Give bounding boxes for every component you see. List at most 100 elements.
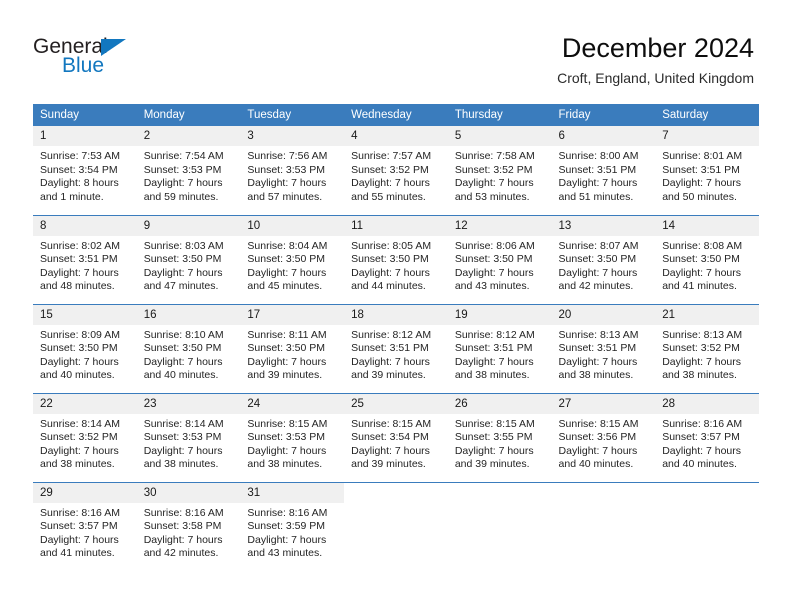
day-cell-empty [551, 481, 656, 571]
sunrise-text: Sunrise: 8:16 AM [662, 417, 743, 430]
sunset-text: Sunset: 3:56 PM [558, 431, 637, 444]
sunset-text: Sunset: 3:53 PM [143, 163, 222, 176]
day-cell[interactable]: 3 Sunrise: 7:56 AM Sunset: 3:53 PM Dayli… [240, 126, 345, 215]
weekday-header-wednesday: Wednesday [344, 104, 448, 126]
day-cell[interactable]: 30 Sunrise: 8:16 AM Sunset: 3:58 PM Dayl… [136, 481, 241, 571]
title-block: December 2024 Croft, England, United Kin… [557, 32, 754, 87]
day-cell[interactable]: 9 Sunrise: 8:03 AM Sunset: 3:50 PM Dayli… [136, 214, 241, 304]
brand-logo[interactable]: General Blue [33, 36, 233, 92]
sunset-text: Sunset: 3:51 PM [662, 163, 740, 176]
sunset-text: Sunset: 3:51 PM [558, 342, 637, 355]
day-cell[interactable]: 20 Sunrise: 8:13 AM Sunset: 3:51 PM Dayl… [551, 303, 656, 393]
sunset-text: Sunset: 3:50 PM [143, 253, 222, 266]
day-cell[interactable]: 4 Sunrise: 7:57 AM Sunset: 3:52 PM Dayli… [344, 126, 448, 215]
sunrise-text: Sunrise: 7:53 AM [40, 150, 120, 162]
page-header: General Blue December 2024 Croft, Englan… [0, 0, 792, 104]
daylight-text-l1: Daylight: 7 hours [247, 355, 327, 368]
daylight-text-l1: Daylight: 7 hours [40, 533, 119, 546]
daylight-text-l1: Daylight: 7 hours [247, 444, 327, 457]
day-cell[interactable]: 27 Sunrise: 8:15 AM Sunset: 3:56 PM Dayl… [551, 392, 656, 482]
day-cell[interactable]: 17 Sunrise: 8:11 AM Sunset: 3:50 PM Dayl… [240, 303, 345, 393]
daylight-text-l1: Daylight: 7 hours [143, 177, 223, 190]
day-number: 27 [551, 393, 656, 414]
daylight-text-l2: and 40 minutes. [558, 458, 634, 471]
day-number [447, 482, 552, 503]
day-number [344, 482, 448, 503]
daylight-text-l2: and 41 minutes. [662, 280, 737, 293]
daylight-text-l2: and 45 minutes. [247, 280, 323, 293]
sunset-text: Sunset: 3:57 PM [662, 431, 740, 444]
day-cell[interactable]: 11 Sunrise: 8:05 AM Sunset: 3:50 PM Dayl… [344, 214, 448, 304]
day-cell[interactable]: 13 Sunrise: 8:07 AM Sunset: 3:50 PM Dayl… [551, 214, 656, 304]
calendar-body: 1 Sunrise: 7:53 AM Sunset: 3:54 PM Dayli… [33, 126, 759, 571]
calendar-week-row: 8 Sunrise: 8:02 AM Sunset: 3:51 PM Dayli… [33, 214, 759, 304]
day-cell[interactable]: 6 Sunrise: 8:00 AM Sunset: 3:51 PM Dayli… [551, 126, 656, 215]
day-cell[interactable]: 26 Sunrise: 8:15 AM Sunset: 3:55 PM Dayl… [447, 392, 552, 482]
day-info: Sunrise: 8:12 AM Sunset: 3:51 PM Dayligh… [344, 325, 448, 383]
day-cell[interactable]: 18 Sunrise: 8:12 AM Sunset: 3:51 PM Dayl… [344, 303, 448, 393]
daylight-text-l1: Daylight: 7 hours [351, 355, 430, 368]
daylight-text-l2: and 43 minutes. [247, 547, 323, 560]
day-cell[interactable]: 16 Sunrise: 8:10 AM Sunset: 3:50 PM Dayl… [136, 303, 241, 393]
sunset-text: Sunset: 3:54 PM [351, 431, 429, 444]
day-number: 8 [33, 215, 137, 236]
day-info: Sunrise: 8:03 AM Sunset: 3:50 PM Dayligh… [137, 236, 241, 294]
daylight-text-l1: Daylight: 7 hours [558, 266, 638, 279]
day-cell-empty [344, 481, 448, 571]
day-number: 3 [240, 126, 345, 146]
sunrise-text: Sunrise: 8:16 AM [143, 506, 224, 519]
sunset-text: Sunset: 3:52 PM [351, 163, 429, 176]
day-cell[interactable]: 19 Sunrise: 8:12 AM Sunset: 3:51 PM Dayl… [447, 303, 552, 393]
day-cell[interactable]: 31 Sunrise: 8:16 AM Sunset: 3:59 PM Dayl… [240, 481, 345, 571]
sunrise-text: Sunrise: 8:15 AM [247, 417, 328, 430]
brand-triangle-icon [101, 39, 126, 56]
day-info: Sunrise: 8:05 AM Sunset: 3:50 PM Dayligh… [344, 236, 448, 294]
daylight-text-l1: Daylight: 7 hours [247, 177, 327, 190]
day-number: 13 [551, 215, 656, 236]
day-cell[interactable]: 1 Sunrise: 7:53 AM Sunset: 3:54 PM Dayli… [33, 126, 137, 215]
sunset-text: Sunset: 3:52 PM [662, 342, 740, 355]
daylight-text-l1: Daylight: 7 hours [662, 355, 742, 368]
day-cell-empty [655, 481, 759, 571]
daylight-text-l2: and 39 minutes. [351, 458, 426, 471]
daylight-text-l2: and 38 minutes. [143, 458, 219, 471]
day-cell[interactable]: 24 Sunrise: 8:15 AM Sunset: 3:53 PM Dayl… [240, 392, 345, 482]
day-info: Sunrise: 8:16 AM Sunset: 3:57 PM Dayligh… [33, 503, 137, 561]
sunrise-text: Sunrise: 8:11 AM [247, 328, 327, 341]
day-cell[interactable]: 14 Sunrise: 8:08 AM Sunset: 3:50 PM Dayl… [655, 214, 759, 304]
day-cell[interactable]: 5 Sunrise: 7:58 AM Sunset: 3:52 PM Dayli… [447, 126, 552, 215]
day-cell[interactable]: 22 Sunrise: 8:14 AM Sunset: 3:52 PM Dayl… [33, 392, 137, 482]
page-subtitle: Croft, England, United Kingdom [557, 70, 754, 86]
sunrise-text: Sunrise: 8:13 AM [558, 328, 639, 341]
day-cell[interactable]: 8 Sunrise: 8:02 AM Sunset: 3:51 PM Dayli… [33, 214, 137, 304]
day-cell[interactable]: 23 Sunrise: 8:14 AM Sunset: 3:53 PM Dayl… [136, 392, 241, 482]
day-cell[interactable]: 12 Sunrise: 8:06 AM Sunset: 3:50 PM Dayl… [447, 214, 552, 304]
daylight-text-l1: Daylight: 8 hours [40, 177, 119, 190]
day-cell[interactable]: 28 Sunrise: 8:16 AM Sunset: 3:57 PM Dayl… [655, 392, 759, 482]
day-number: 15 [33, 304, 137, 325]
day-number: 23 [136, 393, 241, 414]
calendar-week-row: 1 Sunrise: 7:53 AM Sunset: 3:54 PM Dayli… [33, 126, 759, 215]
day-info: Sunrise: 8:14 AM Sunset: 3:52 PM Dayligh… [33, 414, 137, 472]
day-number: 1 [33, 126, 137, 146]
day-cell[interactable]: 10 Sunrise: 8:04 AM Sunset: 3:50 PM Dayl… [240, 214, 345, 304]
day-info: Sunrise: 8:06 AM Sunset: 3:50 PM Dayligh… [448, 236, 552, 294]
day-cell[interactable]: 25 Sunrise: 8:15 AM Sunset: 3:54 PM Dayl… [344, 392, 448, 482]
weekday-header-friday: Friday [551, 104, 656, 126]
day-info: Sunrise: 8:08 AM Sunset: 3:50 PM Dayligh… [655, 236, 759, 294]
day-number: 19 [447, 304, 552, 325]
day-cell[interactable]: 7 Sunrise: 8:01 AM Sunset: 3:51 PM Dayli… [655, 126, 759, 215]
day-cell[interactable]: 29 Sunrise: 8:16 AM Sunset: 3:57 PM Dayl… [33, 481, 137, 571]
daylight-text-l1: Daylight: 7 hours [662, 266, 742, 279]
sunset-text: Sunset: 3:53 PM [143, 431, 222, 444]
daylight-text-l2: and 40 minutes. [662, 458, 737, 471]
day-cell[interactable]: 21 Sunrise: 8:13 AM Sunset: 3:52 PM Dayl… [655, 303, 759, 393]
day-cell[interactable]: 2 Sunrise: 7:54 AM Sunset: 3:53 PM Dayli… [136, 126, 241, 215]
daylight-text-l2: and 41 minutes. [40, 547, 115, 560]
sunset-text: Sunset: 3:57 PM [40, 520, 118, 533]
daylight-text-l1: Daylight: 7 hours [40, 355, 119, 368]
sunrise-text: Sunrise: 7:54 AM [143, 150, 224, 162]
sunset-text: Sunset: 3:50 PM [143, 342, 222, 355]
day-number: 29 [33, 482, 137, 503]
day-cell[interactable]: 15 Sunrise: 8:09 AM Sunset: 3:50 PM Dayl… [33, 303, 137, 393]
